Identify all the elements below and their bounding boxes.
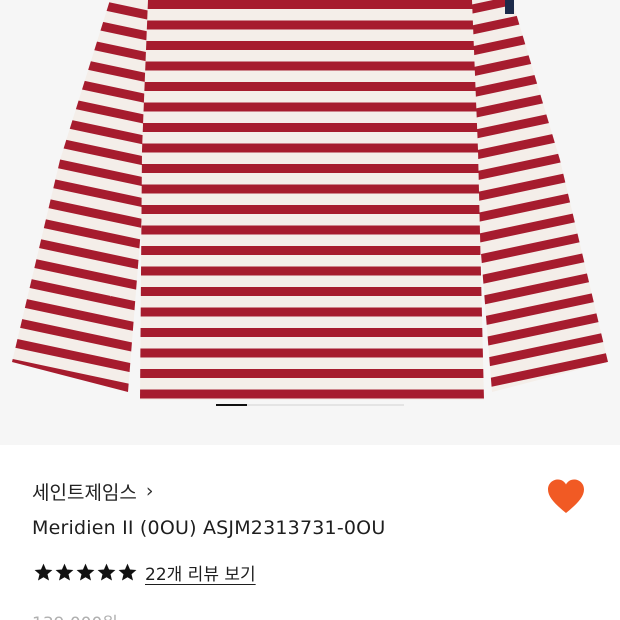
original-price: 139,000원: [32, 609, 118, 620]
left-sleeve: [12, 0, 152, 392]
brand-name: 세인트제임스: [32, 482, 137, 504]
product-detail-page: 세인트제임스 › Meridien II (0OU) ASJM2313731-0…: [0, 0, 620, 620]
gallery-page-indicator: [216, 404, 404, 406]
star-icon: [118, 563, 137, 581]
product-info-section: 세인트제임스 › Meridien II (0OU) ASJM2313731-0…: [0, 445, 620, 620]
rating-row: 22개 리뷰 보기: [33, 560, 256, 585]
heart-icon: [548, 479, 584, 513]
star-rating: [33, 562, 138, 583]
shoulder-label: [505, 0, 514, 14]
favorite-button[interactable]: [546, 478, 586, 516]
star-icon: [97, 563, 116, 581]
product-image: [12, 0, 608, 400]
gallery-page-indicator-active: [216, 404, 248, 406]
chevron-right-icon: ›: [145, 480, 154, 502]
product-title: Meridien II (0OU) ASJM2313731-0OU: [32, 517, 386, 539]
star-icon: [34, 563, 53, 581]
star-icon: [76, 563, 95, 581]
star-icon: [55, 563, 74, 581]
reviews-link[interactable]: 22개 리뷰 보기: [145, 560, 256, 585]
shirt-body: [140, 0, 484, 400]
product-image-gallery[interactable]: [0, 0, 620, 445]
brand-link[interactable]: 세인트제임스 ›: [32, 478, 154, 505]
right-sleeve: [470, 0, 608, 392]
